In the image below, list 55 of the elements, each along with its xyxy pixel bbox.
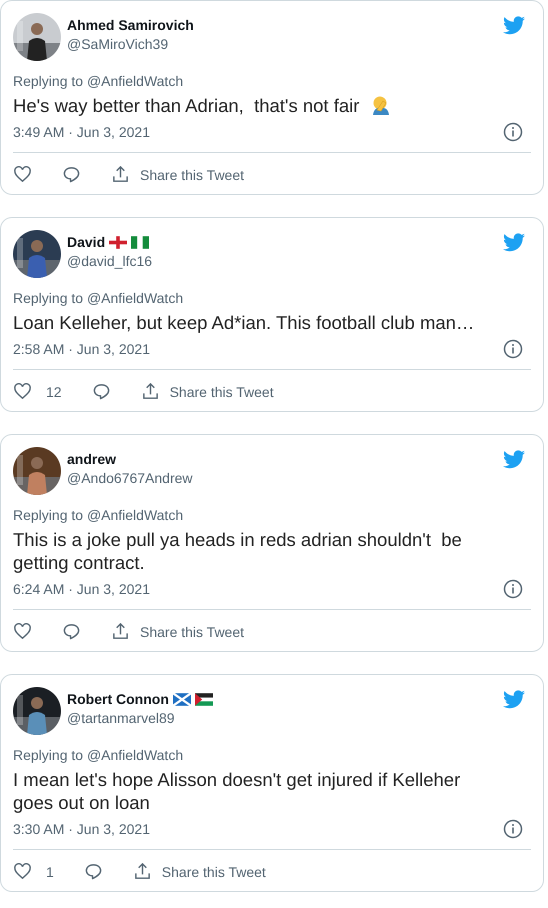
bird-logo-icon[interactable] <box>503 690 525 709</box>
reply-bubble-icon[interactable] <box>84 862 103 881</box>
info-icon[interactable] <box>503 339 523 359</box>
reply-bubble-icon[interactable] <box>62 165 81 184</box>
share-button[interactable]: Share this Tweet <box>132 862 266 881</box>
flag-icon <box>172 692 191 706</box>
tweet-text: I mean let's hope Alisson doesn't get injured if Kelleher goes out on loan <box>13 769 462 813</box>
info-icon[interactable] <box>503 122 523 142</box>
mention-link[interactable]: @AnfieldWatch <box>86 290 184 306</box>
timestamp[interactable]: 3:30 AM · Jun 3, 2021 <box>13 821 150 837</box>
user-handle[interactable]: @tartanmarvel89 <box>67 710 497 726</box>
mention-link[interactable]: @AnfieldWatch <box>86 73 184 89</box>
tweet-text: This is a joke pull ya heads in reds adrian shouldn't be getting contract. <box>13 529 463 573</box>
tweet-text: He's way better than Adrian, that's not fair <box>13 95 360 116</box>
bird-logo-icon[interactable] <box>503 450 525 469</box>
heart-icon[interactable] <box>13 622 32 641</box>
share-button[interactable]: Share this Tweet <box>111 165 244 184</box>
facepalm-emoji-icon <box>370 95 391 115</box>
share-icon <box>111 622 130 641</box>
heart-icon[interactable] <box>13 382 32 401</box>
mention-link[interactable]: @AnfieldWatch <box>86 507 184 523</box>
user-name[interactable]: Ahmed Samirovich <box>67 17 194 33</box>
like-count: 1 <box>46 864 54 880</box>
share-icon <box>140 382 160 401</box>
bird-logo-icon[interactable] <box>503 16 525 35</box>
reply-bubble-icon[interactable] <box>92 382 111 401</box>
replying-label: Replying to <box>13 290 84 306</box>
flag-icon <box>194 692 213 706</box>
heart-icon[interactable] <box>13 165 32 184</box>
replying-label: Replying to <box>13 747 84 763</box>
mention-link[interactable]: @AnfieldWatch <box>86 747 184 763</box>
bird-logo-icon[interactable] <box>503 233 525 252</box>
user-handle[interactable]: @Ando6767Andrew <box>67 470 497 486</box>
timestamp[interactable]: 3:49 AM · Jun 3, 2021 <box>13 124 150 140</box>
user-handle[interactable]: @SaMiroVich39 <box>67 36 497 52</box>
info-icon[interactable] <box>503 579 523 599</box>
like-count: 12 <box>46 384 62 400</box>
info-icon[interactable] <box>503 819 523 839</box>
user-name[interactable]: Robert Connon <box>67 691 169 707</box>
share-icon <box>111 165 130 184</box>
share-icon <box>132 862 152 881</box>
heart-icon[interactable] <box>13 862 32 881</box>
user-name[interactable]: andrew <box>67 451 116 467</box>
timestamp[interactable]: 2:58 AM · Jun 3, 2021 <box>13 341 150 357</box>
timestamp[interactable]: 6:24 AM · Jun 3, 2021 <box>13 581 150 597</box>
share-button[interactable]: Share this Tweet <box>111 622 244 641</box>
flag-icon <box>109 236 128 248</box>
tweet-text: Loan Kelleher, but keep Ad*ian. This football club man… <box>13 312 474 333</box>
flag-icon <box>131 236 150 248</box>
reply-bubble-icon[interactable] <box>62 622 81 641</box>
user-name[interactable]: David <box>67 234 106 250</box>
user-handle[interactable]: @david_lfc16 <box>67 253 497 269</box>
replying-label: Replying to <box>13 507 84 523</box>
share-button[interactable]: Share this Tweet <box>140 382 274 401</box>
replying-label: Replying to <box>13 73 84 89</box>
